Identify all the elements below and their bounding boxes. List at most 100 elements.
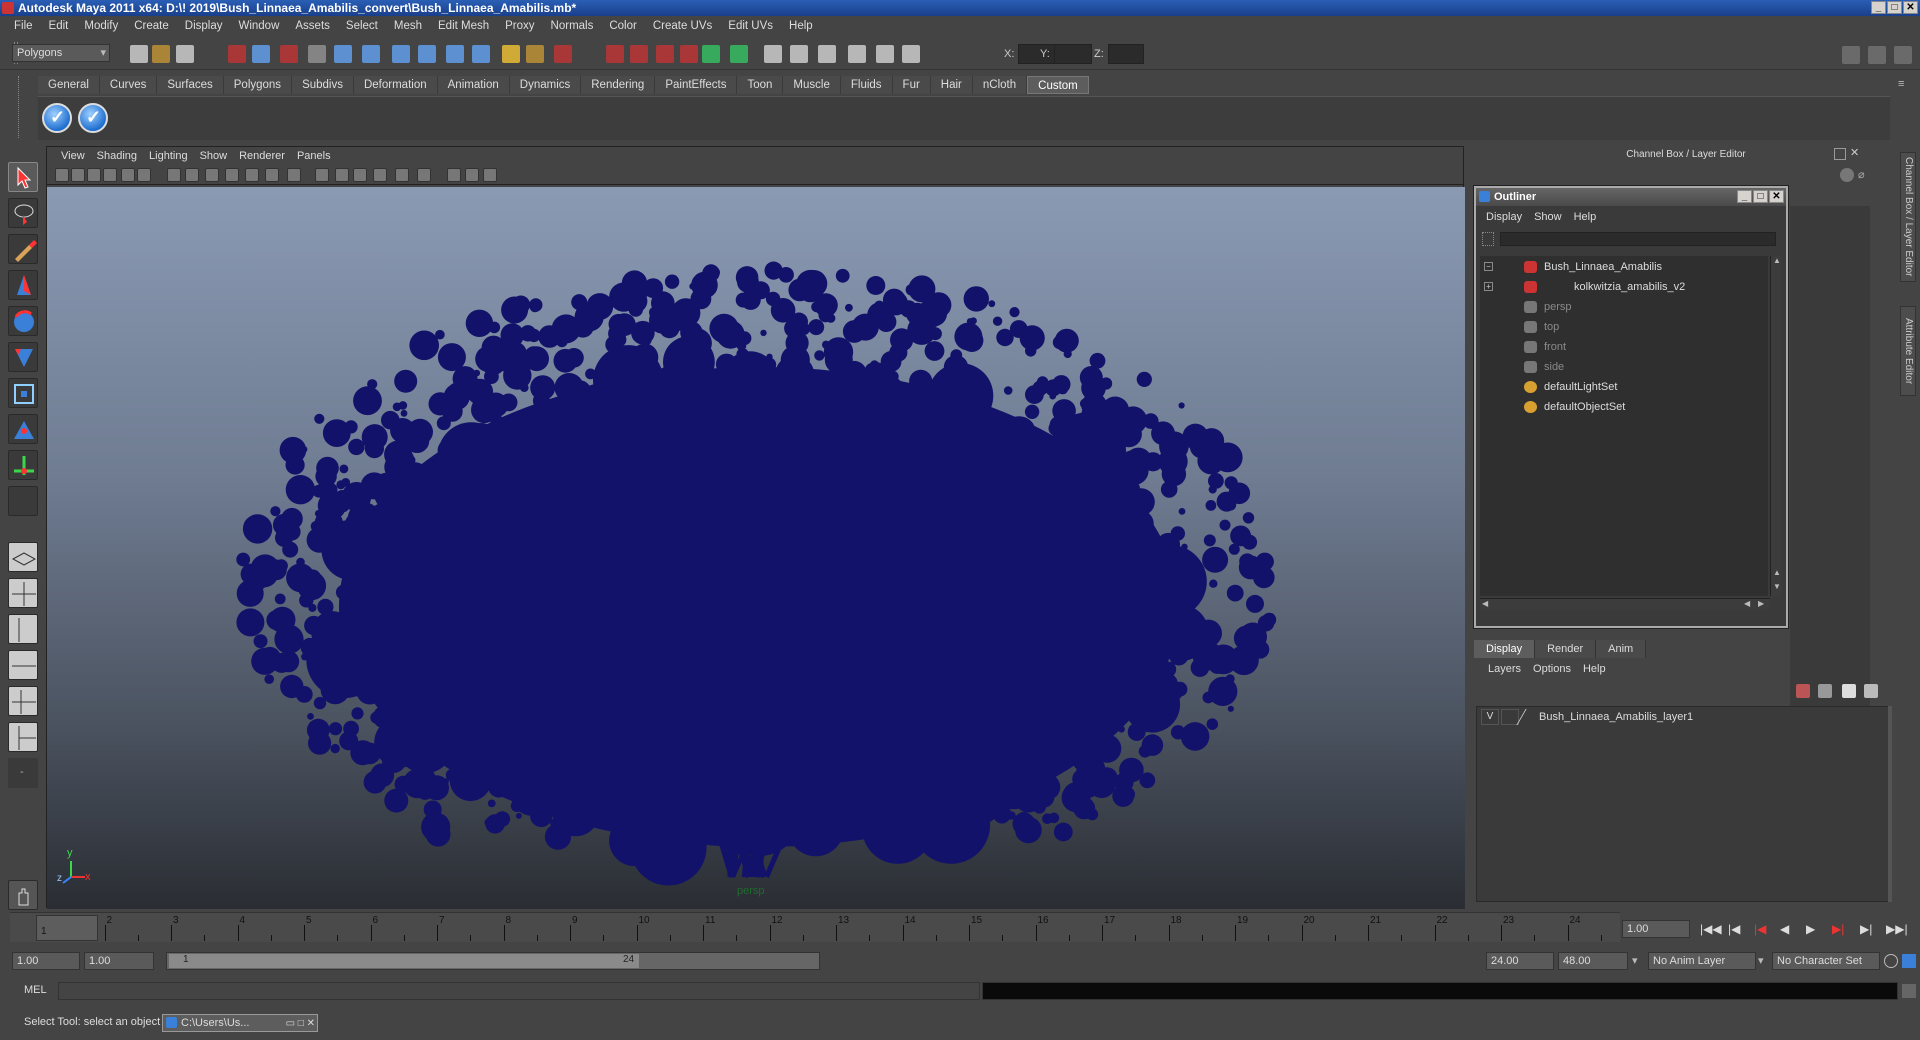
viewport-menu-lighting[interactable]: Lighting [143,150,194,162]
viewport-toolbar-icon[interactable] [335,168,349,182]
outliner-menu-help[interactable]: Help [1568,211,1603,223]
layer-tab-display[interactable]: Display [1474,640,1536,658]
shelf-tab-deformation[interactable]: Deformation [353,76,438,94]
last-tool-slot[interactable] [8,486,38,516]
layer-name[interactable]: Bush_Linnaea_Amabilis_layer1 [1539,711,1693,723]
character-set-dropdown[interactable]: No Character Set [1772,952,1880,970]
outliner-item[interactable]: + kolkwitzia_amabilis_v2 [1480,278,1760,296]
shelf-tab-surfaces[interactable]: Surfaces [157,76,224,94]
viewport-toolbar-icon[interactable] [417,168,431,182]
statusline-tool-icon[interactable] [902,45,920,63]
bush-mesh[interactable] [47,187,1465,909]
shelf-menu-icon[interactable]: ≡ [1898,78,1912,92]
statusline-tool-icon[interactable] [876,45,894,63]
layer-menu-help[interactable]: Help [1577,663,1612,675]
viewport-toolbar-icon[interactable] [103,168,117,182]
shelf-tab-hair[interactable]: Hair [930,76,973,94]
viewport-menu-renderer[interactable]: Renderer [233,150,291,162]
persp-graph-layout-icon[interactable] [8,650,38,680]
viewport-toolbar-icon[interactable] [137,168,151,182]
layer-menu-layers[interactable]: Layers [1482,663,1527,675]
menu-edit-uvs[interactable]: Edit UVs [720,20,781,32]
step-back-key-icon[interactable]: |◀ [1754,922,1766,936]
shelf-tab-rendering[interactable]: Rendering [581,76,656,94]
menu-color[interactable]: Color [601,20,644,32]
side-tab-attribute-editor[interactable]: Attribute Editor [1900,306,1916,396]
toolbox-more-icon[interactable]: - [8,758,38,788]
expand-toggle-icon[interactable]: + [1484,282,1493,291]
maximize-button[interactable]: □ [1887,1,1902,14]
anim-layer-dropdown[interactable]: No Anim Layer [1648,952,1756,970]
character-set-dropdown-arrow[interactable]: ▾ [1758,954,1764,967]
outliner-item[interactable]: top [1480,318,1760,336]
shelf-tab-animation[interactable]: Animation [437,76,510,94]
command-language-label[interactable]: MEL [24,984,47,996]
scale-tool-icon[interactable] [8,342,38,372]
outliner-menu-show[interactable]: Show [1528,211,1568,223]
step-back-frame-icon[interactable]: |◀ [1728,922,1740,936]
range-slider[interactable]: 1 24 [166,952,820,970]
viewport-toolbar-icon[interactable] [225,168,239,182]
shelf-tab-polygons[interactable]: Polygons [223,76,293,94]
shelf-tab-general[interactable]: General [38,76,100,94]
shelf-tab-muscle[interactable]: Muscle [783,76,841,94]
viewport-toolbar-icon[interactable] [167,168,181,182]
menu-proxy[interactable]: Proxy [497,20,542,32]
viewport-toolbar-icon[interactable] [185,168,199,182]
four-view-layout-icon[interactable] [8,578,38,608]
auto-key-icon[interactable] [1884,954,1898,968]
outliner-menu-display[interactable]: Display [1480,211,1528,223]
menu-assets[interactable]: Assets [287,20,338,32]
viewport-toolbar-icon[interactable] [395,168,409,182]
bush-foliage[interactable] [236,261,1277,886]
menu-window[interactable]: Window [230,20,287,32]
rotate-tool-icon[interactable] [8,306,38,336]
shelf-tab-fur[interactable]: Fur [892,76,931,94]
statusline-tool-icon[interactable] [502,45,520,63]
menu-modify[interactable]: Modify [76,20,126,32]
panel-close-icon[interactable]: ✕ [1850,146,1859,159]
persp-outliner-layout-icon[interactable] [8,614,38,644]
viewport-scene[interactable]: y x z persp [47,187,1465,909]
menu-edit-mesh[interactable]: Edit Mesh [430,20,497,32]
layer-color-swatch[interactable] [1516,709,1538,725]
task-window-controls[interactable]: ▭ □ ✕ [286,1016,315,1032]
statusline-tool-icon[interactable] [176,45,194,63]
menu-normals[interactable]: Normals [543,20,602,32]
hand-tool-icon[interactable] [8,880,38,910]
shelf-tab-fluids[interactable]: Fluids [840,76,893,94]
create-empty-layer-icon[interactable] [1796,684,1810,698]
viewport-toolbar-icon[interactable] [71,168,85,182]
viewport-toolbar-icon[interactable] [87,168,101,182]
script-editor-icon[interactable] [1902,984,1916,998]
outliner-item[interactable]: side [1480,358,1760,376]
show-attribute-editor-icon[interactable] [1842,46,1860,64]
custom-shelf-button-2[interactable] [78,103,108,133]
step-forward-frame-icon[interactable]: ▶| [1860,922,1872,936]
menu-select[interactable]: Select [338,20,386,32]
viewport-menu-panels[interactable]: Panels [291,150,337,162]
viewport-toolbar-icon[interactable] [205,168,219,182]
viewport-menu-view[interactable]: View [55,150,91,162]
viewport-menu-show[interactable]: Show [194,150,234,162]
statusline-tool-icon[interactable] [418,45,436,63]
statusline-tool-icon[interactable] [680,45,698,63]
statusline-tool-icon[interactable] [702,45,720,63]
outliner-maximize-button[interactable]: □ [1753,190,1768,203]
go-to-start-icon[interactable]: |◀◀ [1700,922,1722,936]
statusline-tool-icon[interactable] [848,45,866,63]
statusline-tool-icon[interactable] [362,45,380,63]
layer-tab-render[interactable]: Render [1535,640,1597,658]
outliner-horizontal-scrollbar[interactable]: ◀ ◀ ▶ [1480,598,1770,610]
animation-end-field[interactable]: 48.00 [1558,952,1628,970]
statusline-tool-icon[interactable] [152,45,170,63]
statusline-tool-icon[interactable] [818,45,836,63]
statusline-tool-icon[interactable] [630,45,648,63]
viewport-toolbar-icon[interactable] [315,168,329,182]
statusline-tool-icon[interactable] [764,45,782,63]
side-tab-channel-box[interactable]: Channel Box / Layer Editor [1900,152,1916,282]
range-slider-handle[interactable] [169,954,639,968]
y-input[interactable] [1054,44,1092,64]
viewport-toolbar-icon[interactable] [121,168,135,182]
statusline-tool-icon[interactable] [252,45,270,63]
